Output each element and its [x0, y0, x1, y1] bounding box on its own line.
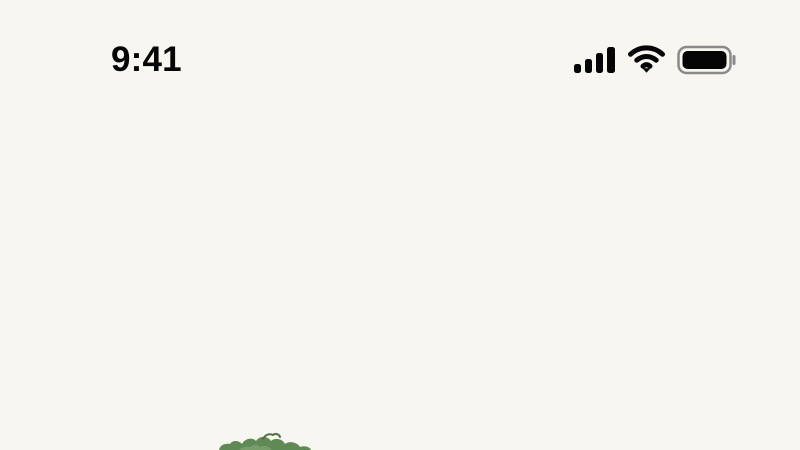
wifi-icon	[628, 45, 665, 73]
plant-illustration	[219, 432, 311, 450]
cellular-signal-icon	[574, 47, 615, 73]
status-time: 9:41	[111, 40, 182, 79]
battery-icon	[677, 45, 736, 75]
status-bar: 9:41	[0, 0, 800, 120]
content-area	[0, 120, 800, 450]
